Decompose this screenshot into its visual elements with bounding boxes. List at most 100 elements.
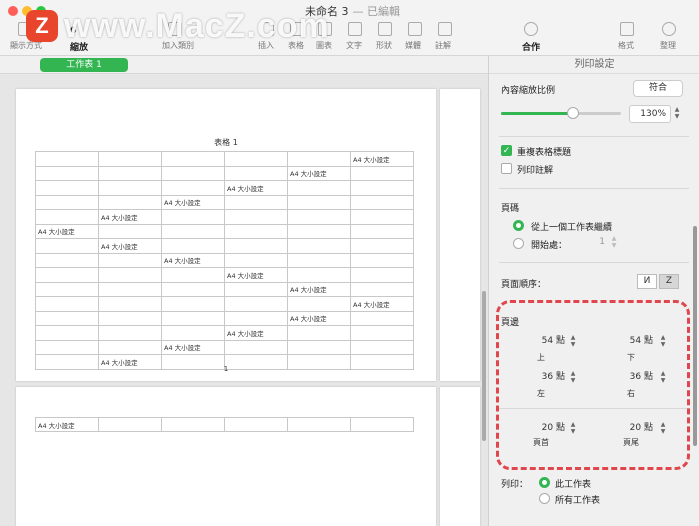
fit-button[interactable]: 符合: [633, 80, 683, 97]
table-cell[interactable]: [161, 180, 225, 196]
table-cell[interactable]: [35, 310, 99, 326]
table-cell[interactable]: A4 大小設定: [224, 180, 288, 196]
collaborate-icon[interactable]: [524, 22, 538, 36]
table-cell[interactable]: [287, 252, 351, 268]
table-cell[interactable]: [35, 281, 99, 297]
table-cell[interactable]: [161, 151, 225, 167]
start-at-field[interactable]: 1: [589, 234, 609, 252]
table-cell[interactable]: [287, 325, 351, 341]
repeat-headers-checkbox[interactable]: ✓: [501, 145, 512, 156]
organize-button[interactable]: 整理: [660, 40, 676, 51]
start-at-stepper[interactable]: ▲ ▼: [610, 235, 618, 251]
scale-slider-knob[interactable]: [567, 107, 579, 119]
scale-slider[interactable]: [501, 107, 621, 119]
table-cell[interactable]: [161, 209, 225, 225]
table-cell[interactable]: [287, 151, 351, 167]
table-cell[interactable]: [350, 223, 414, 239]
table-cell[interactable]: A4 大小設定: [35, 417, 99, 432]
panel-scrollbar[interactable]: [693, 226, 697, 446]
table-cell[interactable]: [350, 165, 414, 181]
table-cell[interactable]: A4 大小設定: [224, 267, 288, 283]
table-cell[interactable]: [35, 252, 99, 268]
table-cell[interactable]: [35, 194, 99, 210]
table-cell[interactable]: [350, 339, 414, 355]
sheet-tab-1[interactable]: 工作表 1: [40, 58, 128, 72]
table-cell[interactable]: [224, 310, 288, 326]
shape-icon[interactable]: [378, 22, 392, 36]
table-cell[interactable]: [35, 209, 99, 225]
table-cell[interactable]: [98, 165, 162, 181]
table-cell[interactable]: [35, 267, 99, 283]
table-cell[interactable]: [161, 238, 225, 254]
close-window-button[interactable]: [8, 6, 18, 16]
comment-icon[interactable]: [438, 22, 452, 36]
scale-stepper[interactable]: ▲ ▼: [673, 106, 681, 122]
table-cell[interactable]: [35, 165, 99, 181]
table-cell[interactable]: [35, 339, 99, 355]
table-cell[interactable]: [224, 281, 288, 297]
table-cell[interactable]: [35, 151, 99, 167]
table-cell[interactable]: [287, 267, 351, 283]
table-cell[interactable]: [35, 238, 99, 254]
scale-value-field[interactable]: 130%: [629, 105, 671, 123]
table-cell[interactable]: [98, 267, 162, 283]
continue-radio[interactable]: [513, 220, 524, 231]
table-cell[interactable]: [350, 281, 414, 297]
table-cell[interactable]: [98, 281, 162, 297]
table-cell[interactable]: [350, 417, 414, 432]
table-cell[interactable]: [98, 310, 162, 326]
start-at-radio[interactable]: [513, 238, 524, 249]
shape-button[interactable]: 形狀: [376, 40, 392, 51]
table-cell[interactable]: [161, 223, 225, 239]
table-cell[interactable]: [287, 223, 351, 239]
table-cell[interactable]: [350, 238, 414, 254]
page-order-across-then-down-button[interactable]: Z: [659, 274, 679, 289]
table-cell[interactable]: A4 大小設定: [161, 252, 225, 268]
table-cell[interactable]: [224, 151, 288, 167]
table-cell[interactable]: [350, 180, 414, 196]
table-cell[interactable]: [287, 296, 351, 312]
table-cell[interactable]: [287, 180, 351, 196]
table-cell[interactable]: [224, 238, 288, 254]
table-cell[interactable]: [350, 252, 414, 268]
table-cell[interactable]: [350, 310, 414, 326]
table-cell[interactable]: [98, 252, 162, 268]
table-cell[interactable]: [35, 325, 99, 341]
table-cell[interactable]: A4 大小設定: [224, 325, 288, 341]
table-cell[interactable]: A4 大小設定: [350, 151, 414, 167]
table-cell[interactable]: [287, 417, 351, 432]
canvas-scrollbar[interactable]: [482, 291, 486, 441]
table-cell[interactable]: [224, 417, 288, 432]
table-cell[interactable]: [98, 180, 162, 196]
table-cell[interactable]: [350, 209, 414, 225]
format-button[interactable]: 格式: [618, 40, 634, 51]
media-icon[interactable]: [408, 22, 422, 36]
table-cell[interactable]: [287, 194, 351, 210]
table-cell[interactable]: [98, 223, 162, 239]
table-cell[interactable]: [224, 223, 288, 239]
table-cell[interactable]: A4 大小設定: [350, 296, 414, 312]
table-cell[interactable]: [98, 325, 162, 341]
table-cell[interactable]: [224, 194, 288, 210]
this-sheet-radio[interactable]: [539, 477, 550, 488]
table-cell[interactable]: [161, 325, 225, 341]
page-order-down-then-across-button[interactable]: И: [637, 274, 657, 289]
format-icon[interactable]: [620, 22, 634, 36]
table-cell[interactable]: [350, 267, 414, 283]
table-cell[interactable]: [161, 417, 225, 432]
table-cell[interactable]: [161, 296, 225, 312]
table-cell[interactable]: [98, 296, 162, 312]
text-button[interactable]: 文字: [346, 40, 362, 51]
table-cell[interactable]: A4 大小設定: [287, 310, 351, 326]
table-cell[interactable]: A4 大小設定: [287, 281, 351, 297]
table-cell[interactable]: [98, 339, 162, 355]
organize-icon[interactable]: [662, 22, 676, 36]
all-sheets-radio[interactable]: [539, 493, 550, 504]
table-cell[interactable]: [35, 296, 99, 312]
table-cell[interactable]: [224, 209, 288, 225]
table-cell[interactable]: A4 大小設定: [35, 223, 99, 239]
table-cell[interactable]: [224, 165, 288, 181]
table-cell[interactable]: A4 大小設定: [161, 194, 225, 210]
text-icon[interactable]: [348, 22, 362, 36]
table-cell[interactable]: [161, 281, 225, 297]
